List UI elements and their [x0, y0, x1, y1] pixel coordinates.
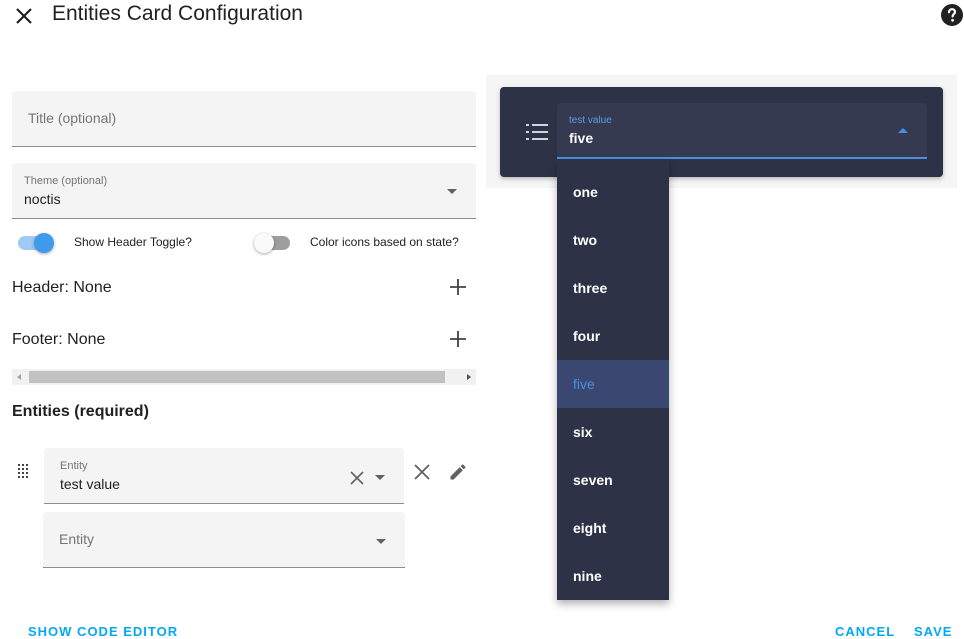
header-setting: Header: None — [12, 279, 112, 296]
dropdown-option-one[interactable]: one — [557, 168, 669, 216]
dropdown-option-two[interactable]: two — [557, 216, 669, 264]
title-placeholder: Title (optional) — [28, 110, 117, 126]
cancel-button[interactable]: CANCEL — [835, 624, 895, 639]
scrollbar-thumb[interactable] — [29, 371, 445, 383]
add-footer-plus-icon[interactable] — [448, 329, 468, 349]
show-header-toggle-label: Show Header Toggle? — [74, 235, 192, 249]
title-input[interactable]: Title (optional) — [12, 91, 476, 147]
dialog-title: Entities Card Configuration — [52, 2, 303, 25]
preview-select[interactable]: test value five — [557, 103, 927, 159]
show-header-toggle-switch[interactable] — [18, 232, 58, 254]
chevron-down-icon[interactable] — [376, 539, 386, 544]
add-header-plus-icon[interactable] — [448, 277, 468, 297]
dropdown-option-four[interactable]: four — [557, 312, 669, 360]
footer-setting: Footer: None — [12, 331, 106, 348]
drag-handle-icon[interactable] — [17, 463, 31, 481]
scroll-right-icon[interactable] — [467, 374, 471, 380]
save-button[interactable]: SAVE — [914, 624, 952, 639]
entity-placeholder: Entity — [59, 531, 95, 547]
close-icon[interactable] — [12, 4, 36, 28]
clear-icon[interactable] — [350, 471, 364, 485]
show-code-editor-button[interactable]: SHOW CODE EDITOR — [28, 624, 178, 639]
chevron-down-icon[interactable] — [447, 189, 457, 194]
help-icon[interactable] — [940, 3, 964, 27]
chevron-up-icon[interactable] — [898, 128, 908, 133]
switch-thumb — [254, 233, 274, 253]
dropdown-option-five[interactable]: five — [557, 360, 669, 408]
entity-value: test value — [60, 476, 120, 492]
theme-value: noctis — [24, 191, 61, 207]
switch-thumb — [34, 233, 54, 253]
theme-label: Theme (optional) — [24, 175, 108, 187]
color-icons-label: Color icons based on state? — [310, 235, 459, 249]
preview-select-label: test value — [569, 115, 612, 126]
scroll-left-icon[interactable] — [17, 374, 21, 380]
edit-icon[interactable] — [448, 462, 468, 482]
preview-select-value: five — [569, 130, 594, 146]
color-icons-switch[interactable] — [254, 232, 294, 254]
new-entity-picker[interactable]: Entity — [43, 512, 405, 568]
remove-entity-close-icon[interactable] — [414, 464, 430, 480]
dropdown-option-nine[interactable]: nine — [557, 552, 669, 600]
list-icon — [526, 124, 548, 140]
dropdown-menu: one two three four five six seven eight … — [557, 160, 669, 600]
theme-select[interactable]: Theme (optional) noctis — [12, 163, 476, 219]
dropdown-option-seven[interactable]: seven — [557, 456, 669, 504]
entity-label: Entity — [60, 460, 88, 472]
chevron-down-icon[interactable] — [375, 475, 385, 480]
dropdown-option-three[interactable]: three — [557, 264, 669, 312]
dropdown-option-eight[interactable]: eight — [557, 504, 669, 552]
entities-heading: Entities (required) — [12, 403, 149, 420]
horizontal-scrollbar[interactable] — [12, 369, 476, 385]
dropdown-option-six[interactable]: six — [557, 408, 669, 456]
